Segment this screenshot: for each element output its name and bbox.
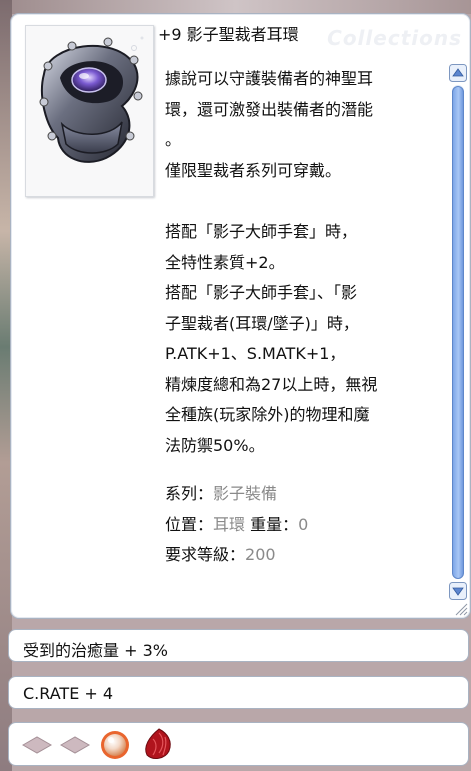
- shadow-earring-icon: [39, 36, 144, 163]
- desc-line: 全特性素質+2。: [165, 252, 285, 272]
- desc-line: 精煉度總和為27以上時，無視: [165, 374, 378, 394]
- stat-position-weight: 位置：耳環 重量：0: [165, 510, 445, 541]
- scroll-up-arrow-icon[interactable]: [449, 64, 467, 82]
- stat-series: 系列：影子裝備: [165, 479, 445, 510]
- desc-line: 搭配「影子大師手套」、「影: [165, 283, 358, 302]
- series-label: 系列：: [165, 484, 214, 503]
- desc-line: 據說可以守護裝備者的神聖耳: [165, 69, 374, 88]
- scroll-down-arrow-icon[interactable]: [449, 582, 467, 600]
- desc-line: 搭配「影子大師手套」時，: [165, 222, 358, 241]
- desc-line: 。: [165, 130, 182, 149]
- item-description: 據說可以守護裝備者的神聖耳 環，還可激發出裝備者的潛能 。 僅限聖裁者系列可穿戴…: [165, 64, 445, 571]
- desc-spacer: [165, 461, 445, 479]
- level-value: 200: [245, 545, 276, 564]
- desc-line: 法防禦50%。: [165, 435, 265, 455]
- desc-spacer: [165, 186, 445, 217]
- resize-grip-icon[interactable]: [454, 602, 468, 616]
- description-scrollbar[interactable]: [448, 64, 468, 600]
- card-slot-row: [8, 722, 469, 766]
- red-gem-card-icon[interactable]: [141, 727, 177, 763]
- random-option-row: 受到的治癒量 + 3%: [8, 629, 469, 662]
- position-value: 耳環: [213, 514, 246, 534]
- desc-line: 全種族(玩家除外)的物理和魔: [165, 405, 370, 424]
- random-option-text: C.RATE + 4: [23, 684, 114, 703]
- random-option-text: 受到的治癒量 + 3%: [23, 641, 168, 660]
- empty-slot-icon[interactable]: [19, 727, 55, 763]
- pearl-card-icon[interactable]: [97, 727, 133, 763]
- position-label: 位置：: [165, 514, 214, 534]
- item-image-frame: [25, 25, 154, 197]
- weight-label: 重量：: [250, 514, 299, 534]
- desc-line: P.ATK+1、S.MATK+1，: [165, 344, 346, 363]
- desc-line: 環，還可激發出裝備者的潛能: [165, 99, 374, 119]
- empty-slot-icon[interactable]: [57, 727, 93, 763]
- item-tooltip-window[interactable]: Collections +9 影子聖裁者耳環 據說可以守護裝備者的神聖耳 環，還…: [10, 13, 471, 619]
- weight-value: 0: [298, 514, 309, 534]
- game-background-top: [0, 0, 471, 14]
- level-label: 要求等級：: [165, 545, 246, 564]
- scroll-thumb[interactable]: [452, 86, 464, 579]
- desc-line: 僅限聖裁者系列可穿戴。: [165, 160, 342, 180]
- random-option-row: C.RATE + 4: [8, 676, 469, 709]
- watermark-text: Collections: [327, 26, 462, 50]
- item-title: +9 影子聖裁者耳環: [158, 25, 299, 44]
- desc-line: 子聖裁者(耳環/墜子)」時，: [165, 313, 359, 333]
- series-value: 影子裝備: [213, 484, 278, 503]
- stat-required-level: 要求等級：200: [165, 540, 445, 571]
